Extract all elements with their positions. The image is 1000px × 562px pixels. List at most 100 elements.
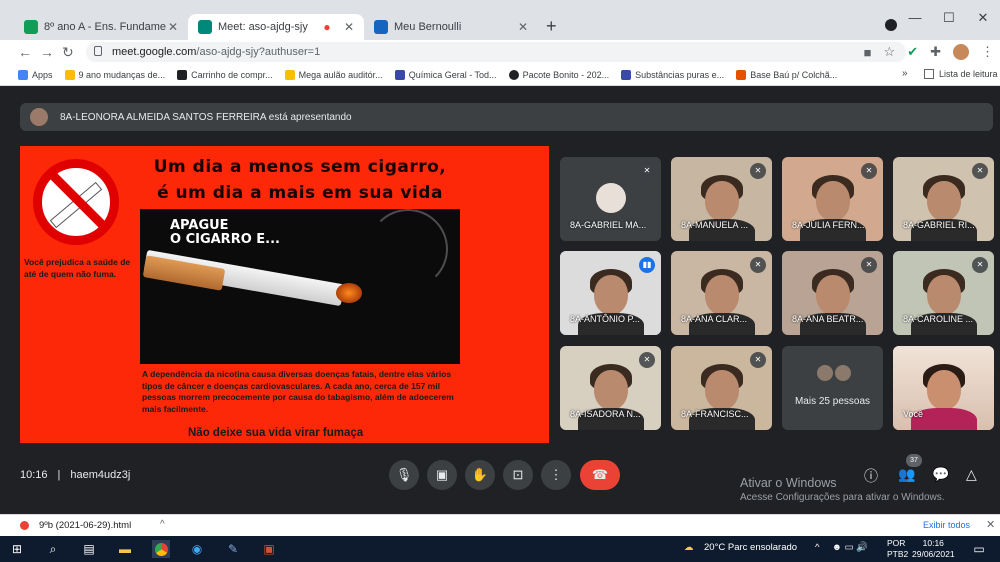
- profile-avatar[interactable]: [953, 44, 969, 60]
- present-screen-icon: ⊡: [512, 467, 524, 482]
- reload-button[interactable]: ↻: [62, 44, 74, 61]
- more-options-button[interactable]: ⋮: [541, 460, 571, 490]
- meeting-info-separator: |: [57, 469, 61, 481]
- camera-in-use-icon[interactable]: ■: [864, 45, 872, 60]
- bookmark-item[interactable]: Mega aulão auditór...: [284, 69, 383, 80]
- taskbar-clock[interactable]: 10:16 29/06/2021: [912, 538, 955, 560]
- leave-call-button[interactable]: ☎: [580, 460, 620, 490]
- windows-start-icon[interactable]: ⊞: [8, 540, 26, 558]
- edge-icon[interactable]: ◉: [188, 540, 206, 558]
- url-path: /aso-ajdg-sjy?authuser=1: [196, 46, 321, 58]
- classroom-icon: [24, 20, 38, 34]
- notifications-icon[interactable]: ▭: [970, 540, 988, 558]
- present-button[interactable]: ⊡: [503, 460, 533, 490]
- participant-tile[interactable]: ✕ 8A-CAROLINE ...: [893, 251, 994, 335]
- participant-tile[interactable]: ▮▮ 8A-ANTÔNIO P...: [560, 251, 661, 335]
- weather-icon[interactable]: ☁: [684, 542, 694, 553]
- drive-icon: [64, 69, 75, 80]
- bookmark-label: Carrinho de compr...: [191, 69, 273, 80]
- participant-tile[interactable]: ✕ 8A-FRANCISC...: [671, 346, 772, 430]
- participant-tile[interactable]: ✕ 8A-JÚLIA FERN...: [782, 157, 883, 241]
- tab-bernoulli[interactable]: Meu Bernoulli ✕: [364, 14, 538, 40]
- self-tile[interactable]: Você: [893, 346, 994, 430]
- participant-tile[interactable]: ✕ 8A-ISADORA N...: [560, 346, 661, 430]
- browser-tab-bar: 8º ano A - Ens. Fundamental Colé ✕ Meet:…: [0, 0, 1000, 40]
- new-tab-button[interactable]: +: [546, 16, 557, 37]
- download-chevron-icon[interactable]: ^: [160, 519, 165, 530]
- close-tab-icon[interactable]: ✕: [166, 20, 180, 34]
- close-tab-icon[interactable]: ✕: [516, 20, 530, 34]
- bookmarks-overflow-button[interactable]: »: [902, 68, 908, 79]
- self-label: Você: [903, 409, 924, 419]
- participant-tile[interactable]: ✕ 8A-GABRIEL MA...: [560, 157, 661, 241]
- task-view-icon[interactable]: ▤: [80, 540, 98, 558]
- activation-title: Ativar o Windows: [740, 476, 837, 490]
- download-item[interactable]: 9ºb (2021-06-29).html: [20, 520, 131, 531]
- tab-label: Meet: aso-ajdg-sjy: [218, 21, 308, 33]
- poster-title: APAGUE O CIGARRO E...: [170, 219, 280, 247]
- microphone-button[interactable]: 🎙: [389, 460, 419, 490]
- maximize-button[interactable]: ☐: [932, 10, 966, 26]
- close-tab-icon[interactable]: ✕: [342, 20, 356, 34]
- recording-dot-icon: ●: [323, 20, 331, 34]
- close-window-button[interactable]: ✕: [966, 10, 1000, 26]
- address-bar[interactable]: meet.google.com /aso-ajdg-sjy?authuser=1: [86, 42, 906, 62]
- forward-button[interactable]: →: [40, 44, 54, 60]
- bookmark-star-icon[interactable]: ☆: [884, 44, 896, 60]
- slide-title: Um dia a menos sem cigarro, é um dia a m…: [150, 154, 450, 206]
- extensions-puzzle-icon[interactable]: ✚: [930, 44, 941, 60]
- bookmark-label: Mega aulão auditór...: [298, 69, 383, 80]
- mic-off-icon: ✕: [639, 352, 655, 368]
- raise-hand-button[interactable]: ✋: [465, 460, 495, 490]
- search-icon[interactable]: ⌕: [44, 540, 62, 558]
- close-download-bar-icon[interactable]: ✕: [986, 518, 995, 531]
- file-explorer-icon[interactable]: ▬: [116, 540, 134, 558]
- bookmark-item[interactable]: Base Baú p/ Colchã...: [736, 69, 837, 80]
- tab-classroom[interactable]: 8º ano A - Ens. Fundamental Colé ✕: [14, 14, 188, 40]
- minimize-button[interactable]: —: [898, 10, 932, 26]
- bookmark-item[interactable]: Química Geral - Tod...: [394, 69, 497, 80]
- back-button[interactable]: ←: [18, 44, 32, 60]
- bookmark-item[interactable]: Substâncias puras e...: [621, 69, 724, 80]
- reading-list-icon: [924, 69, 934, 79]
- reading-list-label: Lista de leitura: [939, 69, 998, 79]
- participant-tile[interactable]: ✕ 8A-MANUELA ...: [671, 157, 772, 241]
- bookmark-item[interactable]: Pacote Bonito - 202...: [508, 69, 609, 80]
- more-people-tile[interactable]: Mais 25 pessoas: [782, 346, 883, 430]
- participant-face: [927, 275, 961, 315]
- app-icon[interactable]: ✎: [224, 540, 242, 558]
- camera-button[interactable]: ▣: [427, 460, 457, 490]
- bookmark-item[interactable]: 9 ano mudanças de...: [64, 69, 165, 80]
- keyboard-layout: PTB2: [887, 549, 909, 559]
- tab-search-icon[interactable]: [885, 19, 897, 31]
- self-face: [927, 370, 961, 410]
- poster-title-line2: O CIGARRO E...: [170, 232, 280, 247]
- extension-check-icon[interactable]: ✔: [907, 44, 918, 60]
- participant-tile[interactable]: ✕ 8A-ANA BEATR...: [782, 251, 883, 335]
- tab-meet[interactable]: Meet: aso-ajdg-sjy ● ✕: [188, 14, 364, 40]
- activities-button[interactable]: △: [966, 466, 977, 483]
- microphone-icon: 🎙: [395, 467, 413, 482]
- clock-time: 10:16: [922, 538, 944, 548]
- tray-overflow-icon[interactable]: ^: [815, 542, 819, 553]
- bookmark-apps[interactable]: Apps: [18, 69, 53, 80]
- menu-kebab-icon[interactable]: ⋮: [981, 44, 994, 60]
- weather-text[interactable]: 20°C Parc ensolarado: [704, 542, 797, 553]
- meeting-time: 10:16: [20, 469, 48, 481]
- participant-tile[interactable]: ✕ 8A-ANA CLAR...: [671, 251, 772, 335]
- slide-title-line1: Um dia a menos sem cigarro,: [153, 157, 447, 177]
- tray-icons[interactable]: ☻ ▭ 🔊: [832, 542, 868, 553]
- no-smoking-icon: [33, 159, 119, 245]
- powerpoint-icon[interactable]: ▣: [260, 540, 278, 558]
- chrome-icon[interactable]: [152, 540, 170, 558]
- show-all-downloads-button[interactable]: Exibir todos: [915, 518, 978, 532]
- reading-list-button[interactable]: Lista de leitura: [924, 69, 998, 79]
- language-indicator[interactable]: POR PTB2: [887, 538, 908, 560]
- site-icon: [621, 69, 632, 80]
- participant-tile[interactable]: ✕ 8A-GABRIEL RI...: [893, 157, 994, 241]
- amazon-icon: [177, 69, 188, 80]
- apps-grid-icon: [18, 69, 28, 80]
- bookmark-item[interactable]: Carrinho de compr...: [177, 69, 273, 80]
- participant-face: [816, 181, 850, 221]
- avatar: [834, 364, 852, 382]
